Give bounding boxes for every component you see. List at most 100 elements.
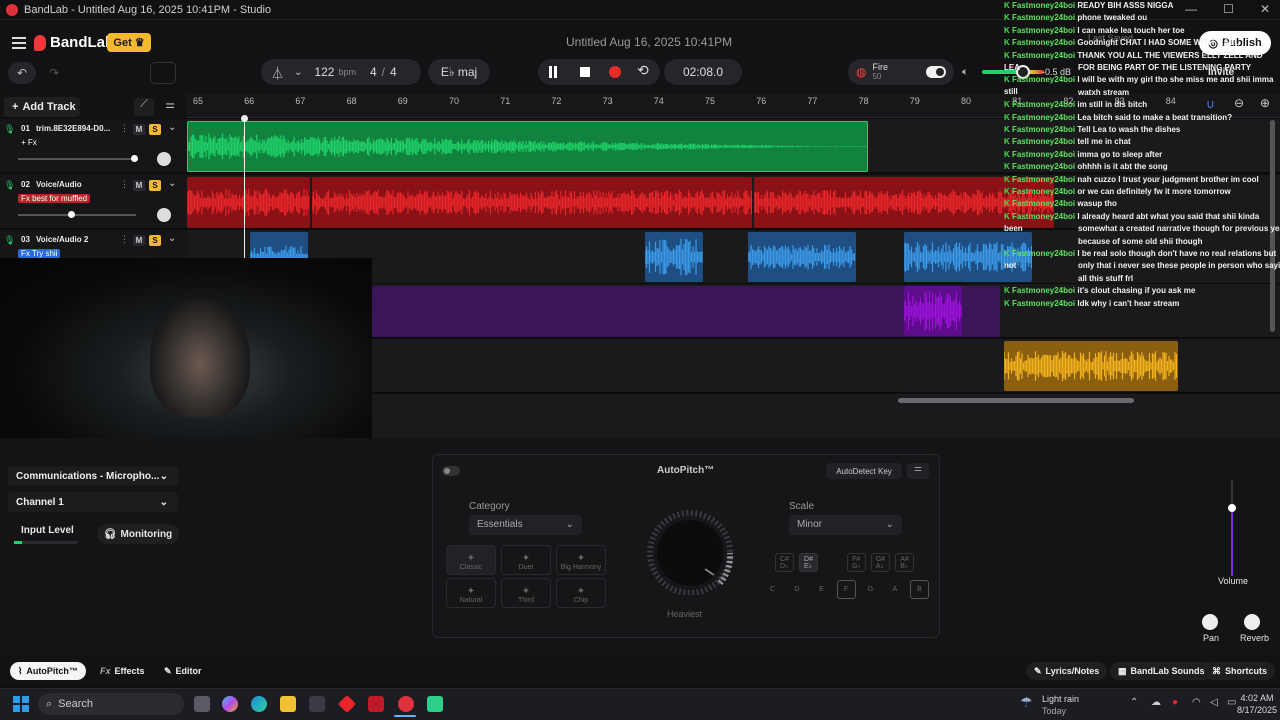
bpm-value[interactable]: 122 [314,65,334,79]
bandlab-taskbar-icon[interactable] [398,696,414,712]
copilot-icon[interactable] [222,696,238,712]
horizontal-scrollbar[interactable] [898,398,1134,403]
track-name[interactable]: trim.8E32E894-D0... [36,124,116,133]
autopitch-knob[interactable] [634,507,746,596]
task-view-icon[interactable] [194,696,210,712]
cloud-icon[interactable]: ☁ [1151,697,1161,708]
redo-icon[interactable]: ↷ [40,62,68,84]
track-effects-badge[interactable]: Fx best for muffled [18,194,91,203]
autopitch-settings-icon[interactable]: ⚌ [907,463,929,479]
input-device-select[interactable]: Communications - Micropho... ⌄ [8,466,178,486]
chevron-down-icon[interactable]: ⌄ [294,67,302,78]
stop-icon[interactable] [580,67,590,77]
scale-key-sharp[interactable]: A# B♭ [895,553,914,572]
voice-mode-big-harmony[interactable]: ✦ Big Harmony [556,545,606,575]
audio-clip[interactable] [645,232,703,282]
more-options-icon[interactable]: ⋮ [120,123,129,134]
preset-toggle[interactable] [926,66,946,78]
input-channel-select[interactable]: Channel 1 ⌄ [8,492,178,512]
windows-start-icon[interactable] [13,696,29,712]
audio-clip[interactable] [748,232,856,282]
playhead[interactable] [244,119,245,259]
solo-button[interactable]: S [149,180,161,191]
scale-key[interactable]: E [812,580,831,599]
voice-mode-natural[interactable]: ✦ Natural [446,578,496,608]
mute-button[interactable]: M [133,235,145,246]
track-volume-handle[interactable] [131,155,138,162]
tab-shortcuts[interactable]: ⌘ Shortcuts [1204,662,1276,680]
scale-key-sharp[interactable]: G# A♭ [871,553,890,572]
mcafee-icon[interactable] [368,696,384,712]
time-signature-denominator[interactable]: 4 [390,65,397,79]
metronome-icon[interactable]: ⏃ [271,63,284,82]
mute-button[interactable]: M [133,124,145,135]
scale-key-sharp[interactable]: F# G♭ [847,553,866,572]
track-effects-badge[interactable]: + Fx [18,138,40,147]
audio-clip[interactable] [187,177,310,228]
time-signature-numerator[interactable]: 4 [370,65,377,79]
tab-lyrics-notes[interactable]: ✎ Lyrics/Notes [1026,662,1108,680]
weather-text[interactable]: Light rain [1042,694,1079,704]
taskbar-search[interactable]: ⌕ Search [38,693,184,715]
edge-browser-icon[interactable] [251,696,267,712]
scale-key[interactable]: F [836,580,856,599]
reverb-knob[interactable] [1244,614,1260,630]
autopitch-toggle[interactable] [442,466,460,476]
chevron-down-icon[interactable]: ⌄ [168,233,176,244]
tab-editor[interactable]: ✎ Editor [156,662,210,680]
loop-icon[interactable]: ⟲ [637,62,649,79]
bandlab-logo[interactable]: BandLab [34,34,114,51]
chevron-up-icon[interactable]: ⌃ [1130,697,1138,708]
loop-region-icon[interactable] [150,62,176,84]
track-volume-slider[interactable] [18,158,136,160]
audio-clip[interactable] [904,286,962,336]
scale-key-sharp[interactable]: D# E♭ [799,553,818,572]
track-header[interactable]: 🎙︎ 01 trim.8E32E894-D0... ⋮ M S ⌄ + Fx [0,119,187,173]
pan-knob[interactable] [1202,614,1218,630]
more-options-icon[interactable]: ⋮ [120,234,129,245]
voice-mode-classic[interactable]: ✦ Classic [446,545,496,575]
tab-autopitch[interactable]: ⌇ AutoPitch™ [10,662,86,680]
solo-button[interactable]: S [149,235,161,246]
wifi-icon[interactable]: ◠ [1192,697,1201,708]
undo-icon[interactable]: ↶ [8,62,36,84]
chevron-down-icon[interactable]: ⌄ [168,122,176,133]
file-explorer-icon[interactable] [280,696,296,712]
green-app-icon[interactable] [427,696,443,712]
monitoring-button[interactable]: 🎧︎ Monitoring [97,524,179,544]
pause-icon[interactable] [549,66,552,78]
clock-time[interactable]: 4:02 AM [1237,693,1277,703]
audio-clip[interactable] [312,177,752,228]
voice-mode-chip[interactable]: ✦ Chip [556,578,606,608]
scale-key[interactable]: A [886,580,905,599]
more-options-icon[interactable]: ⋮ [120,179,129,190]
mixer-settings-icon[interactable]: ⚌ [160,98,180,116]
scale-key[interactable]: D [788,580,807,599]
scale-key[interactable]: B [910,580,929,599]
voice-mode-duet[interactable]: ✦ Duet [501,545,551,575]
key-selector[interactable]: E♭ maj [428,59,490,85]
solo-button[interactable]: S [149,124,161,135]
record-icon[interactable] [609,66,621,78]
audio-clip[interactable] [1004,341,1178,391]
track-header[interactable]: 🎙︎ 02 Voice/Audio ⋮ M S ⌄ Fx best for muffled [0,175,187,229]
scale-key[interactable]: C [763,580,782,599]
effects-preset-icon[interactable]: ◍ [856,65,866,79]
speaker-icon[interactable]: 🔈︎ [962,66,969,79]
microphone-icon[interactable]: ● [1172,697,1178,708]
track-volume-handle[interactable] [68,211,75,218]
volume-icon[interactable]: ◁ [1210,697,1218,708]
track-name[interactable]: Voice/Audio [36,180,116,189]
get-membership-button[interactable]: Get ♛ [107,33,151,52]
track-volume-fader[interactable] [1214,480,1250,576]
track-effects-badge[interactable]: Fx Try shii [18,249,61,258]
menu-icon[interactable] [12,37,26,49]
chevron-down-icon[interactable]: ⌄ [168,178,176,189]
voice-mode-third[interactable]: ✦ Third [501,578,551,608]
clock-date[interactable]: 8/17/2025 [1237,705,1277,715]
add-track-button[interactable]: + Add Track [4,97,80,117]
track-pan-knob[interactable] [157,152,171,166]
audio-clip[interactable] [187,121,868,172]
weather-icon[interactable]: ☂ [1020,694,1033,711]
battery-icon[interactable]: ▭ [1227,697,1236,708]
